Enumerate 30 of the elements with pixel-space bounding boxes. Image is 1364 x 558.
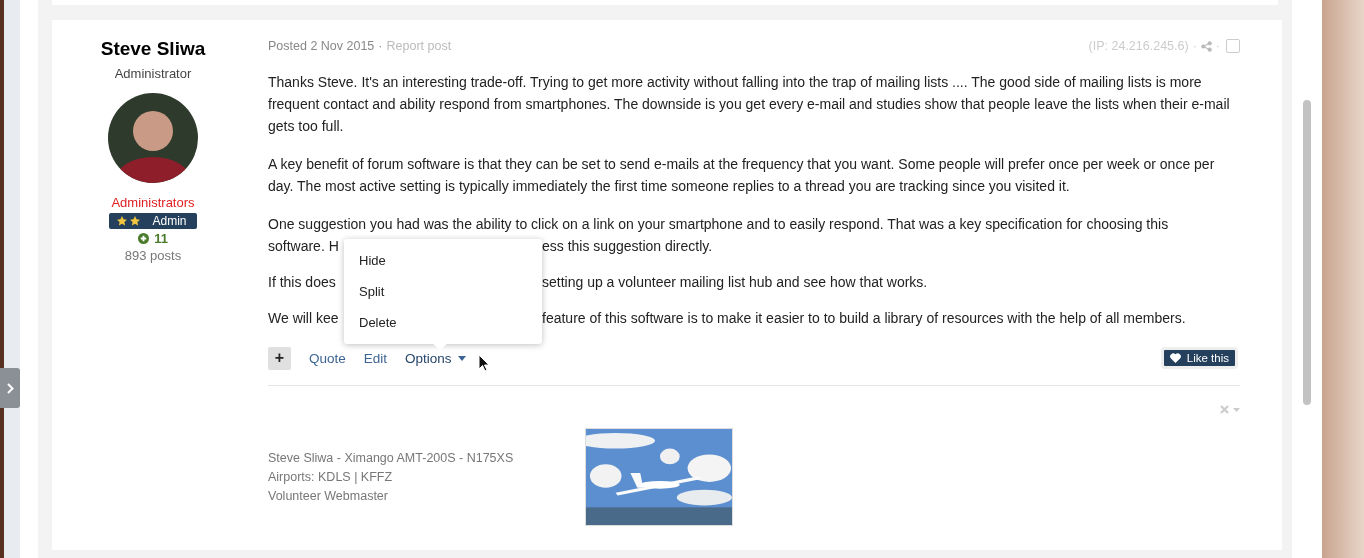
options-link[interactable]: Options bbox=[405, 350, 466, 366]
signature-line: Volunteer Webmaster bbox=[268, 487, 389, 505]
reputation-count: 11 bbox=[154, 231, 168, 246]
post-date: Posted 2 Nov 2015 bbox=[268, 39, 375, 53]
menu-item[interactable]: Split bbox=[344, 276, 542, 307]
separator: · bbox=[378, 39, 383, 53]
like-button[interactable]: Like this bbox=[1160, 347, 1238, 369]
post-paragraph: One suggestion you had was the ability to click on a link on your smartphone and to easily respond. That was a key specification for choosing this bbox=[268, 215, 1170, 234]
post-text: setting up a volunteer mailing list hub and see how that works. bbox=[542, 273, 929, 292]
signature-line: Steve Sliwa - Ximango AMT-200S - N175XS bbox=[268, 449, 515, 467]
author-name[interactable]: Steve Sliwa bbox=[100, 38, 206, 60]
menu-item[interactable]: Hide bbox=[344, 245, 542, 276]
post-text: ess this suggestion directly. bbox=[542, 237, 714, 256]
author-title: Administrator bbox=[114, 66, 192, 81]
post-paragraph: A key benefit of forum software is that they can be set to send e-mails at the frequency that you want. Some people will prefer once per week or once per day. The most active setting is typically immediately the first time someone replies to a thread you are tracking since you visited it. bbox=[268, 155, 1216, 196]
post-text: We will kee bbox=[268, 309, 340, 328]
signature-line: Airports: KDLS | KFFZ bbox=[268, 468, 394, 486]
post-count: 893 posts bbox=[124, 248, 182, 263]
post-text: software. H bbox=[268, 237, 340, 256]
user-group[interactable]: Administrators bbox=[111, 195, 195, 210]
action-link[interactable]: Quote bbox=[309, 350, 346, 366]
separator: · bbox=[1215, 39, 1220, 53]
multiquote-button[interactable]: + bbox=[268, 346, 291, 370]
post-text: feature of this software is to make it easier to to build a library of resources with the help of all members. bbox=[542, 309, 1187, 328]
post-text: If this does bbox=[268, 273, 337, 292]
separator: · bbox=[1192, 39, 1197, 53]
action-link[interactable]: Edit bbox=[363, 350, 388, 366]
menu-item[interactable]: Delete bbox=[344, 307, 542, 338]
post-paragraph: Thanks Steve. It's an interesting trade-off. Trying to get more activity without falling into the trap of mailing lists .... The good side of mailing lists is more frequent contact and ability respond from smartphones. The downside is you get every e-mail and studies show that people leave the lists when their e-mail gets too full. bbox=[268, 73, 1231, 136]
rank-label: Admin bbox=[152, 214, 187, 228]
